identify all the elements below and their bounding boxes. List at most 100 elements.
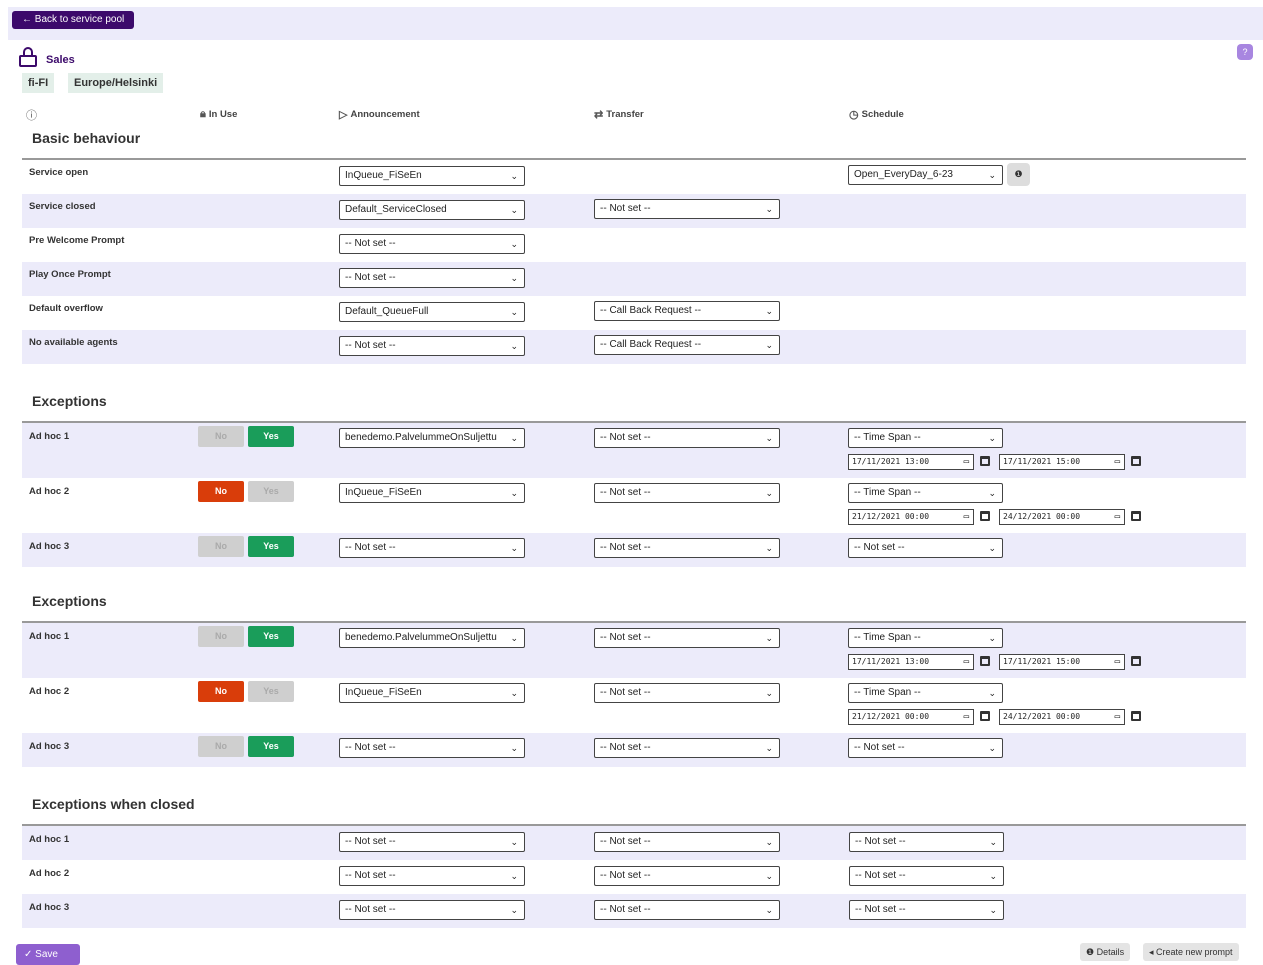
yes-toggle-button[interactable]: Yes xyxy=(248,536,294,557)
lock-icon xyxy=(18,47,38,67)
create-new-prompt-button[interactable]: ◂ Create new prompt xyxy=(1143,943,1239,961)
announcement-select[interactable]: InQueue_FiSeEn ⌄ xyxy=(339,683,525,703)
calendar-button[interactable] xyxy=(980,511,990,521)
yes-toggle-button[interactable]: Yes xyxy=(248,481,294,502)
chevron-down-icon: ⌄ xyxy=(765,688,773,698)
section-title: Basic behaviour xyxy=(32,130,141,146)
transfer-select-value: -- Not set -- xyxy=(600,487,651,498)
announcement-select[interactable]: -- Not set -- ⌄ xyxy=(339,234,525,254)
calendar-button[interactable] xyxy=(980,456,990,466)
calendar-button[interactable] xyxy=(980,656,990,666)
schedule-info-button[interactable]: ❶ xyxy=(1007,163,1030,186)
calendar-button[interactable] xyxy=(1131,456,1141,466)
schedule-select[interactable]: -- Not set -- ⌄ xyxy=(848,738,1003,758)
end-date-input[interactable]: 17/11/2021 15:00 ▭ xyxy=(999,454,1125,470)
schedule-select[interactable]: -- Time Span -- ⌄ xyxy=(848,483,1003,503)
details-button[interactable]: ❶ Details xyxy=(1080,943,1131,961)
end-date-input[interactable]: 17/11/2021 15:00 ▭ xyxy=(999,654,1125,670)
save-button[interactable]: ✓ Save xyxy=(16,944,80,965)
transfer-select[interactable]: -- Not set -- ⌄ xyxy=(594,199,780,219)
transfer-select[interactable]: -- Not set -- ⌄ xyxy=(594,738,780,758)
start-date-input[interactable]: 17/11/2021 13:00 ▭ xyxy=(848,654,974,670)
transfer-select[interactable]: -- Call Back Request -- ⌄ xyxy=(594,301,780,321)
transfer-select[interactable]: -- Call Back Request -- ⌄ xyxy=(594,335,780,355)
calendar-button[interactable] xyxy=(980,711,990,721)
yes-toggle-button[interactable]: Yes xyxy=(248,426,294,447)
schedule-select[interactable]: -- Time Span -- ⌄ xyxy=(848,428,1003,448)
schedule-select-value: -- Not set -- xyxy=(855,870,906,881)
start-date-input[interactable]: 21/12/2021 00:00 ▭ xyxy=(848,509,974,525)
schedule-select[interactable]: Open_EveryDay_6-23 ⌄ xyxy=(848,165,1003,185)
start-date-input-value: 21/12/2021 00:00 xyxy=(852,712,930,721)
no-toggle-button[interactable]: No xyxy=(198,481,244,502)
schedule-select[interactable]: -- Not set -- ⌄ xyxy=(848,538,1003,558)
announcement-select[interactable]: Default_ServiceClosed ⌄ xyxy=(339,200,525,220)
schedule-select[interactable]: -- Time Span -- ⌄ xyxy=(848,628,1003,648)
transfer-select[interactable]: -- Not set -- ⌄ xyxy=(594,628,780,648)
announcement-select[interactable]: InQueue_FiSeEn ⌄ xyxy=(339,166,525,186)
announcement-select[interactable]: Default_QueueFull ⌄ xyxy=(339,302,525,322)
start-date-input-value: 21/12/2021 00:00 xyxy=(852,512,930,521)
transfer-select[interactable]: -- Not set -- ⌄ xyxy=(594,900,780,920)
help-button[interactable]: ? xyxy=(1237,44,1253,60)
no-toggle-button[interactable]: No xyxy=(198,426,244,447)
announcement-select[interactable]: benedemo.PalvelummeOnSuljettu ⌄ xyxy=(339,428,525,448)
announcement-select[interactable]: -- Not set -- ⌄ xyxy=(339,832,525,852)
announcement-select-value: benedemo.PalvelummeOnSuljettu xyxy=(345,432,497,443)
back-to-service-pool-button[interactable]: ← Back to service pool xyxy=(12,11,135,29)
transfer-select[interactable]: -- Not set -- ⌄ xyxy=(594,538,780,558)
no-toggle-button[interactable]: No xyxy=(198,681,244,702)
row-label: Ad hoc 1 xyxy=(29,431,70,442)
calendar-button[interactable] xyxy=(1131,711,1141,721)
no-toggle-button[interactable]: No xyxy=(198,626,244,647)
yes-toggle-button[interactable]: Yes xyxy=(248,736,294,757)
clock-icon: ◷ xyxy=(849,109,859,121)
end-date-input[interactable]: 24/12/2021 00:00 ▭ xyxy=(999,709,1125,725)
schedule-select[interactable]: -- Not set -- ⌄ xyxy=(849,900,1004,920)
transfer-select[interactable]: -- Not set -- ⌄ xyxy=(594,428,780,448)
announcement-select[interactable]: -- Not set -- ⌄ xyxy=(339,866,525,886)
calendar-button[interactable] xyxy=(1131,656,1141,666)
row-label: Ad hoc 1 xyxy=(29,631,70,642)
transfer-select[interactable]: -- Not set -- ⌄ xyxy=(594,483,780,503)
chevron-down-icon: ⌄ xyxy=(765,743,773,753)
transfer-select[interactable]: -- Not set -- ⌄ xyxy=(594,683,780,703)
chevron-down-icon: ⌄ xyxy=(510,871,518,881)
no-toggle-button[interactable]: No xyxy=(198,736,244,757)
calendar-icon: ▭ xyxy=(963,657,969,667)
schedule-select[interactable]: -- Not set -- ⌄ xyxy=(849,866,1004,886)
announcement-select[interactable]: benedemo.PalvelummeOnSuljettu ⌄ xyxy=(339,628,525,648)
announcement-select[interactable]: -- Not set -- ⌄ xyxy=(339,268,525,288)
announcement-select-value: -- Not set -- xyxy=(345,836,396,847)
end-date-input[interactable]: 24/12/2021 00:00 ▭ xyxy=(999,509,1125,525)
announcement-select[interactable]: InQueue_FiSeEn ⌄ xyxy=(339,483,525,503)
yes-toggle-button[interactable]: Yes xyxy=(248,626,294,647)
start-date-input[interactable]: 17/11/2021 13:00 ▭ xyxy=(848,454,974,470)
chevron-down-icon: ⌄ xyxy=(510,273,518,283)
announcement-select[interactable]: -- Not set -- ⌄ xyxy=(339,738,525,758)
info-icon: ⓘ xyxy=(26,110,37,122)
chevron-down-icon: ⌄ xyxy=(765,543,773,553)
transfer-select-value: -- Call Back Request -- xyxy=(600,339,702,350)
transfer-select[interactable]: -- Not set -- ⌄ xyxy=(594,832,780,852)
announcement-select[interactable]: -- Not set -- ⌄ xyxy=(339,900,525,920)
announcement-select-value: -- Not set -- xyxy=(345,272,396,283)
calendar-icon: ▭ xyxy=(1114,512,1120,522)
calendar-button[interactable] xyxy=(1131,511,1141,521)
chevron-down-icon: ⌄ xyxy=(510,633,518,643)
chevron-down-icon: ⌄ xyxy=(510,171,518,181)
column-in-use-label: In Use xyxy=(208,109,238,120)
no-toggle-button[interactable]: No xyxy=(198,536,244,557)
yes-toggle-button[interactable]: Yes xyxy=(248,681,294,702)
announcement-select[interactable]: -- Not set -- ⌄ xyxy=(339,336,525,356)
announcement-select-value: InQueue_FiSeEn xyxy=(345,487,422,498)
announcement-select[interactable]: -- Not set -- ⌄ xyxy=(339,538,525,558)
calendar-icon: ▭ xyxy=(963,457,969,467)
chevron-down-icon: ⌄ xyxy=(765,204,773,214)
transfer-select[interactable]: -- Not set -- ⌄ xyxy=(594,866,780,886)
table-row xyxy=(22,228,1246,262)
start-date-input[interactable]: 21/12/2021 00:00 ▭ xyxy=(848,709,974,725)
schedule-select[interactable]: -- Not set -- ⌄ xyxy=(849,832,1004,852)
schedule-select[interactable]: -- Time Span -- ⌄ xyxy=(848,683,1003,703)
announcement-select-value: -- Not set -- xyxy=(345,870,396,881)
